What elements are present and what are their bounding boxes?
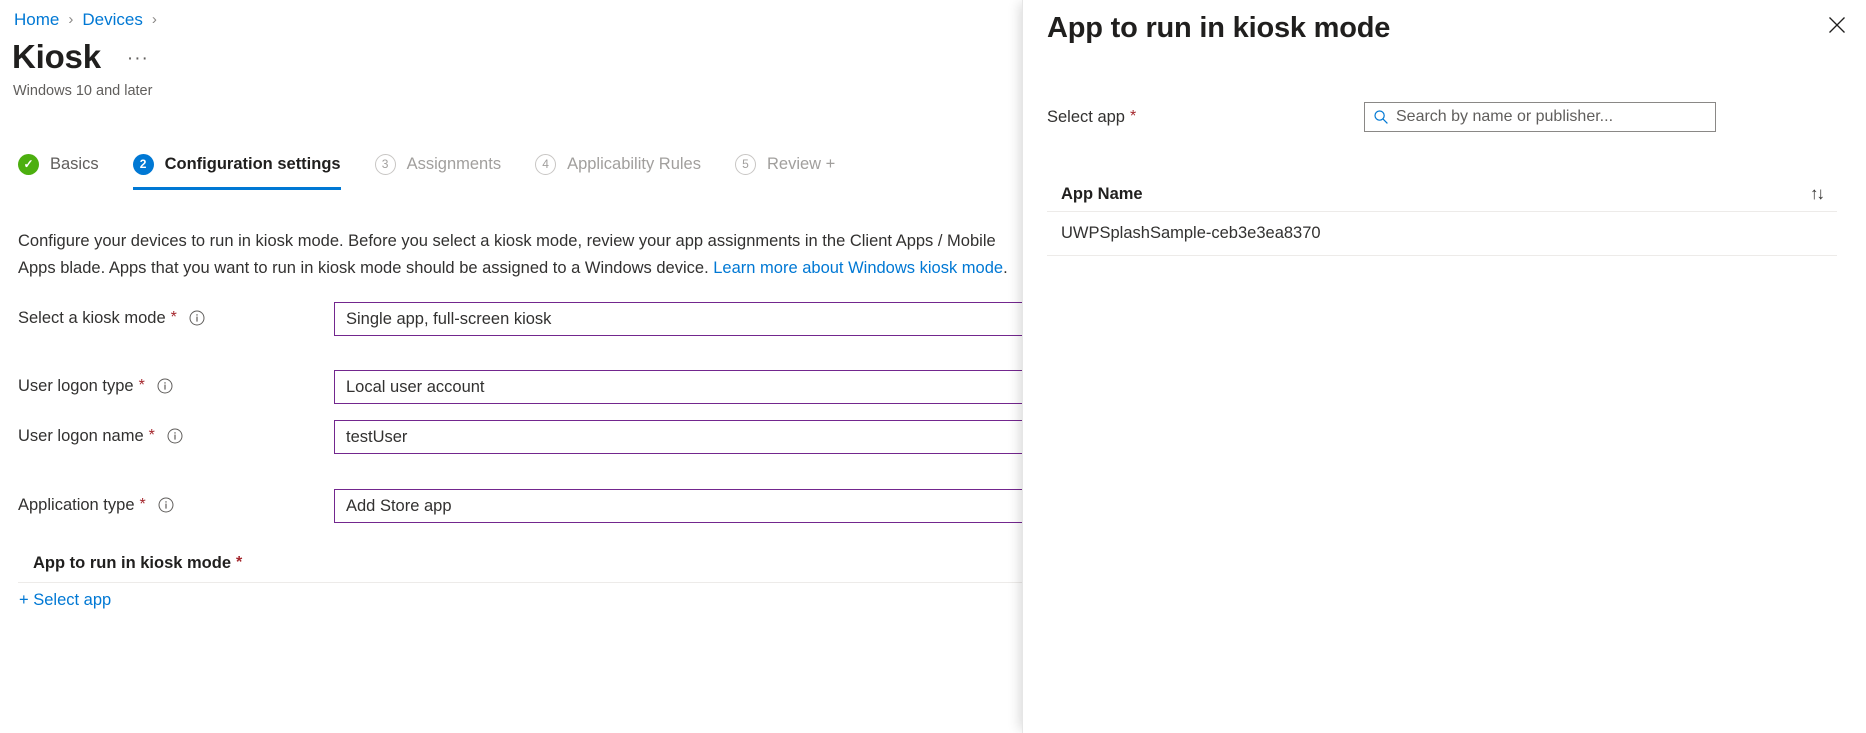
field-label-text: Application type — [18, 494, 135, 516]
wizard-step-configuration-settings[interactable]: 2 Configuration settings — [133, 144, 341, 184]
field-value: Single app, full-screen kiosk — [346, 310, 551, 329]
required-marker: * — [1130, 106, 1136, 128]
field-label-text: User logon type — [18, 375, 134, 397]
breadcrumb-item-devices[interactable]: Devices — [82, 8, 142, 32]
field-label-text: User logon name — [18, 425, 144, 447]
breadcrumb-item-home[interactable]: Home — [14, 8, 59, 32]
app-section-header: App to run in kiosk mode * — [33, 552, 242, 574]
required-marker: * — [139, 375, 145, 397]
step-complete-check-icon: ✓ — [18, 154, 39, 175]
wizard-step-list: ✓ Basics 2 Configuration settings 3 Assi… — [18, 144, 869, 190]
wizard-step-basics[interactable]: ✓ Basics — [18, 144, 99, 184]
panel-select-app-label: Select app * — [1047, 106, 1136, 128]
more-options-icon[interactable]: ··· — [127, 49, 149, 69]
wizard-step-label: Assignments — [407, 154, 501, 174]
section-divider — [18, 582, 1023, 583]
required-marker: * — [236, 552, 242, 574]
wizard-step-label: Basics — [50, 154, 99, 174]
field-label-user-logon-name: User logon name * — [18, 425, 183, 447]
blade-description: Configure your devices to run in kiosk m… — [18, 228, 1028, 282]
field-label-application-type: Application type * — [18, 494, 174, 516]
wizard-step-review-create[interactable]: 5 Review + — [735, 144, 835, 184]
wizard-step-applicability-rules[interactable]: 4 Applicability Rules — [535, 144, 701, 184]
active-step-underline — [133, 187, 341, 190]
learn-more-link[interactable]: Learn more about Windows kiosk mode — [713, 259, 1003, 277]
field-label-user-logon-type: User logon type * — [18, 375, 173, 397]
step-number-badge: 4 — [535, 154, 556, 175]
info-icon[interactable] — [167, 428, 183, 444]
panel-title: App to run in kiosk mode — [1047, 8, 1390, 48]
field-label-text: Select a kiosk mode — [18, 307, 166, 329]
info-icon[interactable] — [157, 378, 173, 394]
page-title-row: Kiosk ··· — [12, 36, 149, 78]
table-header-row: App Name ↑↓ — [1047, 176, 1837, 212]
field-input-user-logon-name[interactable]: testUser — [334, 420, 1034, 454]
select-app-link[interactable]: + Select app — [19, 588, 111, 612]
step-number-badge: 5 — [735, 154, 756, 175]
step-number-badge: 2 — [133, 154, 154, 175]
app-picker-panel: App to run in kiosk mode Select app * Se… — [1022, 0, 1866, 733]
breadcrumb: Home › Devices › — [14, 8, 166, 32]
required-marker: * — [171, 307, 177, 329]
close-icon[interactable] — [1820, 8, 1854, 42]
search-placeholder: Search by name or publisher... — [1396, 107, 1613, 127]
step-number-badge: 3 — [375, 154, 396, 175]
panel-select-app-text: Select app — [1047, 106, 1125, 128]
column-header-app-name: App Name — [1061, 183, 1143, 205]
wizard-step-assignments[interactable]: 3 Assignments — [375, 144, 501, 184]
wizard-step-label: Applicability Rules — [567, 154, 701, 174]
field-value: Add Store app — [346, 497, 452, 516]
app-section-title: App to run in kiosk mode — [33, 552, 231, 574]
field-value: testUser — [346, 428, 407, 447]
page-title: Kiosk — [12, 36, 101, 78]
info-icon[interactable] — [158, 497, 174, 513]
field-label-kiosk-mode: Select a kiosk mode * — [18, 307, 205, 329]
table-row[interactable]: UWPSplashSample-ceb3e3ea8370 — [1047, 212, 1837, 256]
info-icon[interactable] — [189, 310, 205, 326]
field-input-kiosk-mode[interactable]: Single app, full-screen kiosk — [334, 302, 1034, 336]
search-icon — [1373, 109, 1389, 125]
app-list-table: App Name ↑↓ UWPSplashSample-ceb3e3ea8370 — [1047, 176, 1837, 256]
page-subtitle: Windows 10 and later — [13, 81, 152, 101]
wizard-step-label: Configuration settings — [165, 154, 341, 174]
required-marker: * — [140, 494, 146, 516]
description-text-end: . — [1003, 259, 1008, 277]
wizard-step-label: Review + — [767, 154, 835, 174]
breadcrumb-separator-icon: › — [68, 8, 73, 32]
field-input-user-logon-type[interactable]: Local user account — [334, 370, 1034, 404]
field-input-application-type[interactable]: Add Store app — [334, 489, 1034, 523]
required-marker: * — [149, 425, 155, 447]
search-input[interactable]: Search by name or publisher... — [1364, 102, 1716, 132]
sort-icon[interactable]: ↑↓ — [1810, 185, 1823, 203]
breadcrumb-separator-icon: › — [152, 8, 157, 32]
field-value: Local user account — [346, 378, 485, 397]
cell-app-name: UWPSplashSample-ceb3e3ea8370 — [1061, 224, 1321, 243]
